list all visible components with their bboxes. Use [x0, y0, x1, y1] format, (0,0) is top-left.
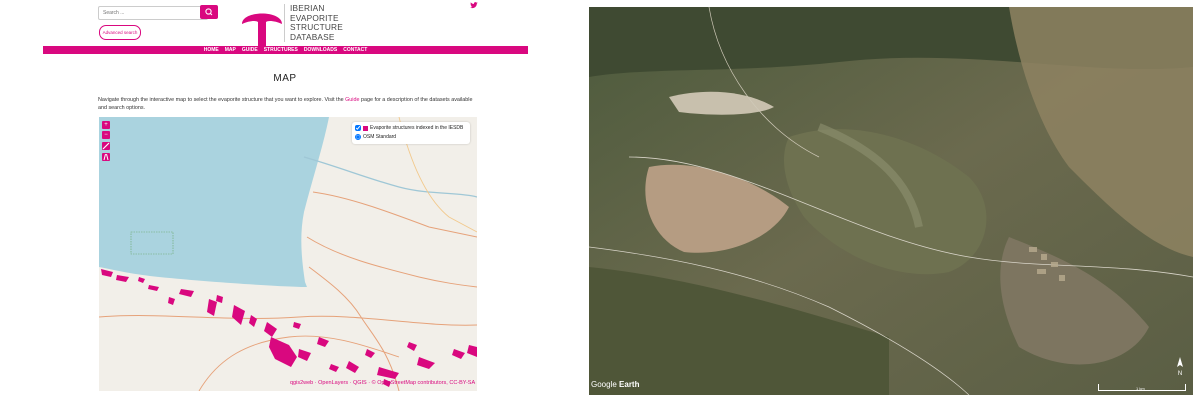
layer-swatch [363, 125, 368, 131]
intro-text: Navigate through the interactive map to … [98, 96, 478, 112]
logo-divider [284, 4, 285, 42]
locate-button[interactable] [102, 153, 110, 161]
nav-structures[interactable]: STRUCTURES [264, 47, 298, 53]
guide-link[interactable]: Guide [345, 97, 359, 103]
layer-row: Evaporite structures indexed in the IESD… [355, 125, 463, 131]
nav-contact[interactable]: CONTACT [343, 47, 367, 53]
search-input[interactable] [98, 6, 208, 20]
search-icon [205, 8, 213, 16]
satellite-terrain [589, 7, 1193, 395]
zoom-in-button[interactable]: + [102, 121, 110, 129]
logo-line: DATABASE [290, 31, 335, 42]
layer-label: Evaporite structures indexed in the IESD… [370, 125, 464, 131]
watermark-brand: Google [591, 380, 617, 389]
nav-map[interactable]: MAP [225, 47, 236, 53]
nav-home[interactable]: HOME [204, 47, 219, 53]
nav-guide[interactable]: GUIDE [242, 47, 258, 53]
layer-checkbox-evaporites[interactable] [355, 125, 361, 131]
page-title: MAP [273, 73, 297, 84]
layer-radio-osm[interactable] [355, 134, 361, 140]
scale-label: 1 km [1136, 386, 1145, 391]
ruler-icon [102, 142, 110, 150]
watermark-product: Earth [619, 380, 640, 389]
satellite-image [589, 7, 1193, 395]
layer-row: OSM Standard [355, 134, 396, 140]
svg-text:N: N [1178, 371, 1182, 377]
layer-switcher: Evaporite structures indexed in the IESD… [352, 122, 470, 144]
main-nav: HOME MAP GUIDE STRUCTURES DOWNLOADS CONT… [43, 46, 528, 54]
road-icon [103, 153, 109, 161]
zoom-out-button[interactable]: − [102, 131, 110, 139]
google-earth-watermark: Google Earth [591, 380, 639, 389]
logo-text[interactable]: IBERIAN EVAPORITE STRUCTURE DATABASE [290, 3, 343, 42]
layer-label: OSM Standard [363, 134, 397, 140]
logo-icon [242, 13, 282, 48]
interactive-map[interactable] [99, 117, 477, 391]
measure-button[interactable] [102, 142, 110, 150]
nav-downloads[interactable]: DOWNLOADS [304, 47, 337, 53]
twitter-icon[interactable] [470, 1, 478, 9]
compass-north-icon: N [1177, 357, 1183, 377]
search-button[interactable] [200, 5, 218, 19]
intro-before: Navigate through the interactive map to … [98, 97, 346, 103]
map-attribution[interactable]: qgis2web · OpenLayers · QGIS · © OpenStr… [290, 380, 475, 386]
map-canvas[interactable] [99, 117, 477, 391]
advanced-search-button[interactable]: Advanced search [99, 25, 141, 40]
